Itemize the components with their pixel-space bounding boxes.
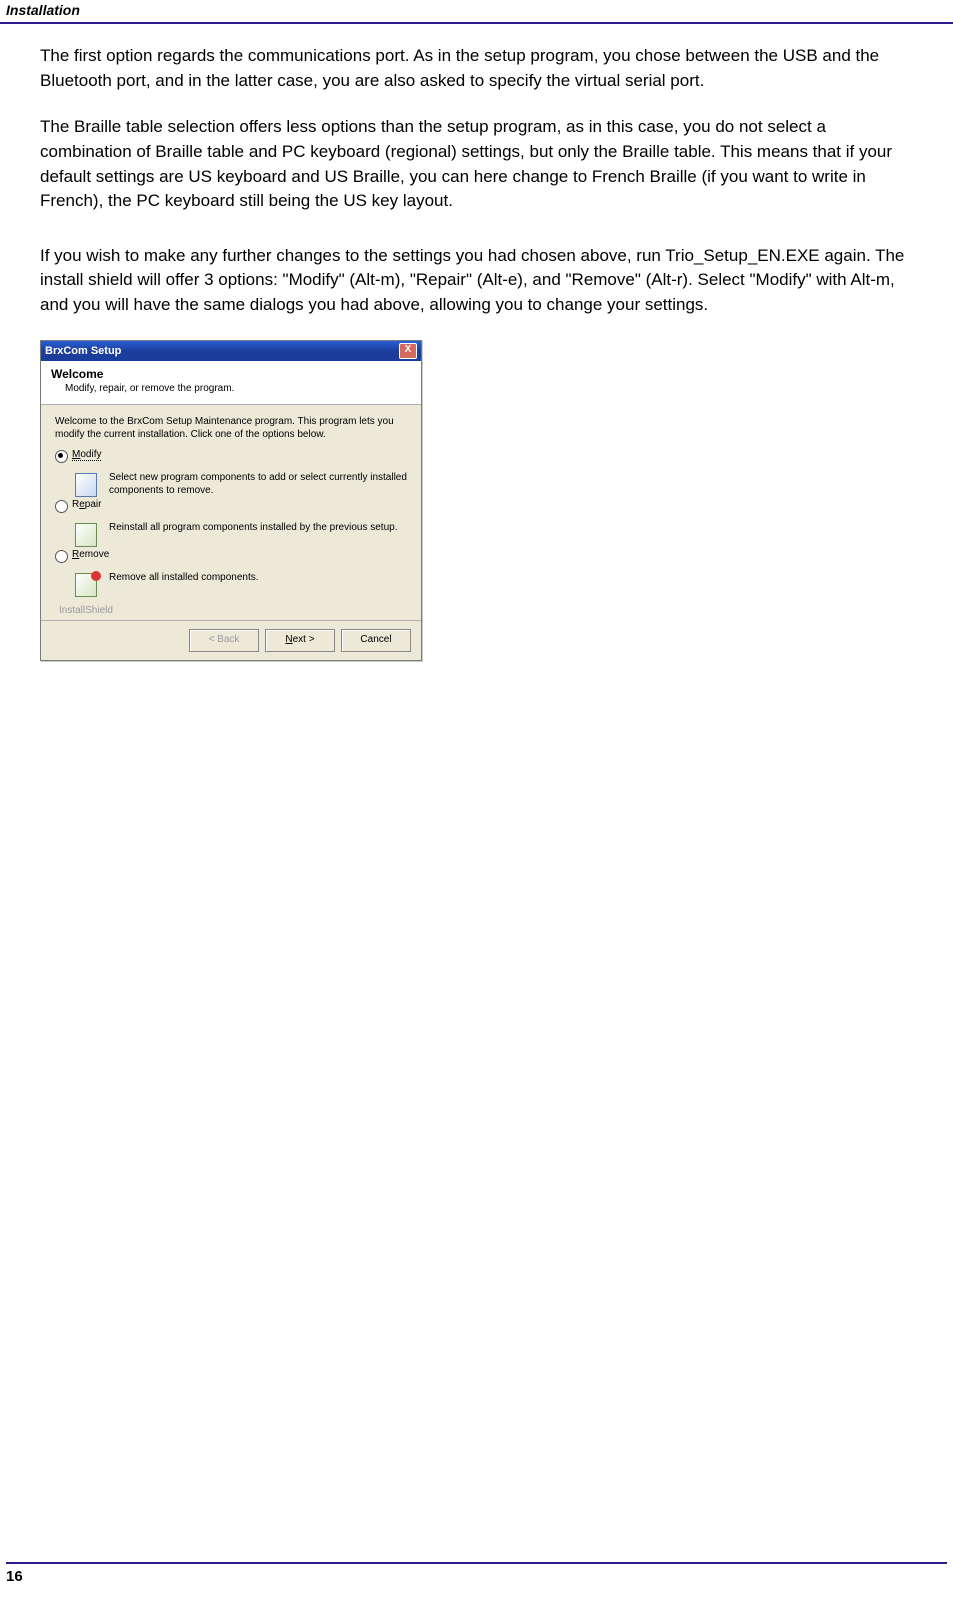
option-modify-desc: Select new program components to add or …: [109, 471, 407, 497]
paragraph-2: The Braille table selection offers less …: [40, 115, 913, 214]
next-key: N: [285, 634, 292, 645]
header-title: Installation: [6, 2, 80, 18]
option-remove[interactable]: Remove: [55, 549, 407, 563]
welcome-subtitle: Modify, repair, or remove the program.: [65, 383, 411, 394]
option-remove-desc: Remove all installed components.: [109, 571, 259, 584]
dialog-intro: Welcome to the BrxCom Setup Maintenance …: [55, 415, 407, 441]
paragraph-3: If you wish to make any further changes …: [40, 244, 913, 318]
page-header: Installation: [0, 0, 953, 24]
next-rest: ext >: [293, 634, 315, 645]
radio-modify[interactable]: [55, 450, 68, 463]
installshield-label: InstallShield: [59, 605, 407, 616]
dialog-body: Welcome to the BrxCom Setup Maintenance …: [41, 405, 421, 620]
option-repair-label: Repair: [72, 499, 101, 510]
page-number: 16: [6, 1568, 23, 1585]
option-modify[interactable]: Modify: [55, 449, 407, 463]
option-repair[interactable]: Repair: [55, 499, 407, 513]
option-modify-label: Modify: [72, 449, 101, 461]
welcome-title: Welcome: [51, 367, 411, 381]
setup-dialog: BrxCom Setup X Welcome Modify, repair, o…: [40, 340, 422, 661]
option-modify-row: Select new program components to add or …: [71, 471, 407, 499]
repair-icon: [71, 521, 101, 549]
label-text: emove: [79, 549, 109, 560]
cancel-button[interactable]: Cancel: [341, 629, 411, 652]
radio-remove[interactable]: [55, 550, 68, 563]
option-repair-row: Reinstall all program components install…: [71, 521, 407, 549]
page-footer: 16: [6, 1562, 947, 1585]
dialog-title: BrxCom Setup: [45, 345, 121, 357]
dialog-titlebar[interactable]: BrxCom Setup X: [41, 341, 421, 361]
radio-repair[interactable]: [55, 500, 68, 513]
content-area: The first option regards the communicati…: [0, 24, 953, 661]
option-remove-label: Remove: [72, 549, 109, 560]
option-repair-desc: Reinstall all program components install…: [109, 521, 398, 534]
button-row: < Back Next > Cancel: [41, 620, 421, 660]
option-remove-row: Remove all installed components.: [71, 571, 407, 599]
close-icon[interactable]: X: [399, 343, 417, 359]
next-button[interactable]: Next >: [265, 629, 335, 652]
welcome-strip: Welcome Modify, repair, or remove the pr…: [41, 361, 421, 405]
remove-icon: [71, 571, 101, 599]
label-text: pair: [85, 499, 102, 510]
back-button: < Back: [189, 629, 259, 652]
label-text: odify: [80, 449, 101, 460]
paragraph-1: The first option regards the communicati…: [40, 44, 913, 93]
modify-icon: [71, 471, 101, 499]
